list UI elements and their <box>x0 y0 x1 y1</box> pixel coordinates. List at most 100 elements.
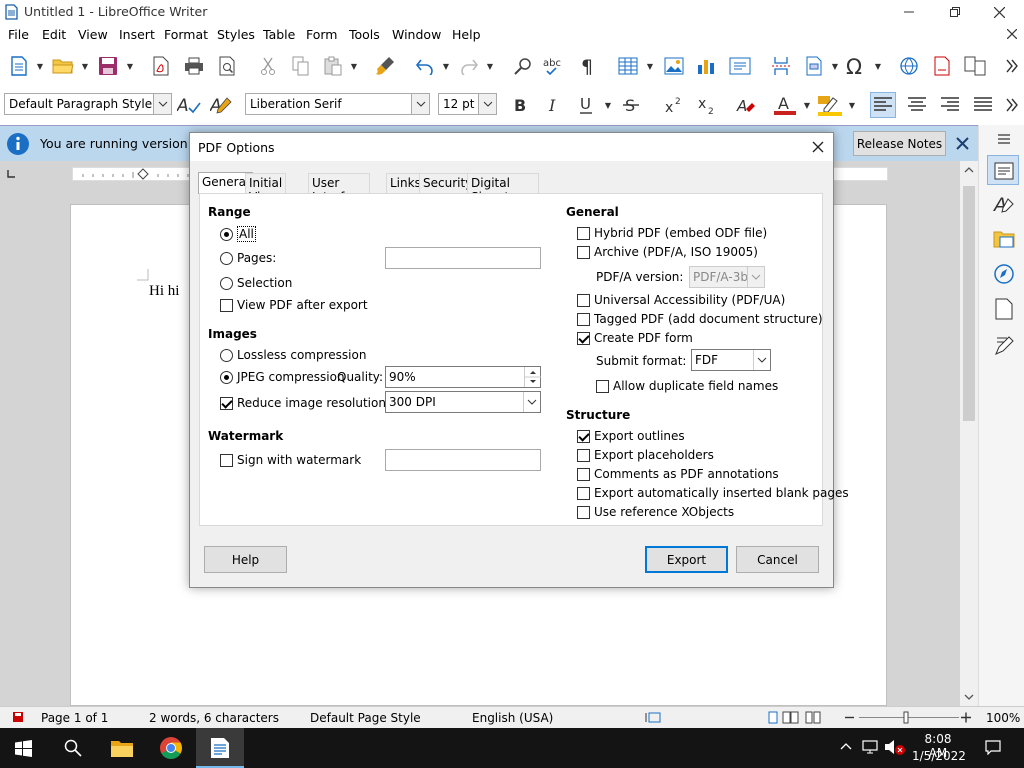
clear-formatting-button[interactable]: A <box>733 92 759 118</box>
update-style-button[interactable]: A <box>176 92 202 118</box>
checkbox-archive[interactable] <box>577 245 590 259</box>
paragraph-style-dropdown[interactable] <box>153 94 171 114</box>
checkbox-reduce-resolution[interactable] <box>220 396 233 410</box>
insert-mode-icon[interactable] <box>645 712 661 723</box>
zoom-slider[interactable] <box>843 711 973 724</box>
manage-changes-icon[interactable] <box>994 334 1016 356</box>
table-dropdown[interactable]: ▼ <box>646 53 654 79</box>
align-center-button[interactable] <box>904 92 930 118</box>
sidebar-menu-icon[interactable] <box>998 134 1010 144</box>
release-notes-button[interactable]: Release Notes <box>853 131 946 156</box>
language[interactable]: English (USA) <box>472 711 553 725</box>
scroll-down-icon[interactable] <box>964 694 974 700</box>
quality-spin-buttons[interactable] <box>524 367 541 387</box>
formatting-overflow-button[interactable] <box>1002 92 1022 118</box>
checkbox-reference-xobjects[interactable] <box>577 505 590 519</box>
new-document-button[interactable] <box>6 53 32 79</box>
paste-dropdown[interactable]: ▼ <box>350 53 358 79</box>
new-dropdown[interactable]: ▼ <box>36 53 44 79</box>
close-infobar-icon[interactable] <box>956 137 969 150</box>
special-character-dropdown[interactable]: ▼ <box>874 53 882 79</box>
zoom-level[interactable]: 100% <box>986 711 1020 725</box>
checkbox-export-outlines[interactable] <box>577 429 590 443</box>
save-dropdown[interactable]: ▼ <box>126 53 134 79</box>
gallery-icon[interactable] <box>993 229 1015 249</box>
universal-accessibility-checkbox[interactable]: Universal Accessibility (PDF/UA) <box>577 293 785 307</box>
range-selection-radio[interactable]: Selection <box>220 276 292 290</box>
font-color-dropdown[interactable]: ▼ <box>803 92 811 118</box>
checkbox-create-form[interactable] <box>577 331 590 345</box>
vertical-scrollbar[interactable] <box>960 161 978 706</box>
font-name-dropdown[interactable] <box>411 94 429 114</box>
styles-icon[interactable]: A <box>993 193 1015 215</box>
font-size-dropdown[interactable] <box>478 94 496 114</box>
menu-styles[interactable]: Styles <box>217 27 255 42</box>
submit-format-dropdown[interactable] <box>753 350 770 370</box>
menu-insert[interactable]: Insert <box>119 27 155 42</box>
spelling-button[interactable]: abc <box>542 53 568 79</box>
menu-help[interactable]: Help <box>452 27 481 42</box>
bold-button[interactable]: B <box>507 92 533 118</box>
network-icon[interactable] <box>862 740 880 754</box>
sign-watermark-checkbox[interactable]: Sign with watermark <box>220 453 361 467</box>
dpi-dropdown[interactable] <box>523 392 540 412</box>
open-button[interactable] <box>50 53 76 79</box>
align-right-button[interactable] <box>937 92 963 118</box>
cut-button[interactable] <box>255 53 281 79</box>
scroll-thumb[interactable] <box>963 186 975 421</box>
checkbox-view-after-export[interactable] <box>220 298 233 312</box>
quality-spinbox[interactable]: 90% <box>385 366 541 388</box>
tagged-pdf-checkbox[interactable]: Tagged PDF (add document structure) <box>577 312 823 326</box>
checkbox-comments-annotations[interactable] <box>577 467 590 481</box>
cancel-button[interactable]: Cancel <box>736 546 819 573</box>
find-replace-button[interactable] <box>510 53 536 79</box>
special-character-button[interactable]: Ω <box>843 53 869 79</box>
page-style[interactable]: Default Page Style <box>310 711 421 725</box>
writer-taskbar-button[interactable] <box>196 728 244 768</box>
checkbox-universal-accessibility[interactable] <box>577 293 590 307</box>
highlight-dropdown[interactable]: ▼ <box>848 92 856 118</box>
menu-format[interactable]: Format <box>164 27 208 42</box>
export-placeholders-checkbox[interactable]: Export placeholders <box>577 448 714 462</box>
close-document-icon[interactable] <box>1007 29 1017 39</box>
print-preview-button[interactable] <box>214 53 240 79</box>
maximize-button[interactable] <box>932 0 978 24</box>
export-button[interactable]: Export <box>645 546 728 573</box>
allow-duplicate-checkbox[interactable]: Allow duplicate field names <box>596 379 778 393</box>
toolbar-overflow-button[interactable] <box>1002 53 1022 79</box>
underline-dropdown[interactable]: ▼ <box>604 92 612 118</box>
checkbox-allow-duplicate[interactable] <box>596 379 609 393</box>
clock-date[interactable]: 1/5/2022 <box>912 749 966 763</box>
range-pages-radio[interactable]: Pages: <box>220 251 276 265</box>
create-form-checkbox[interactable]: Create PDF form <box>577 331 693 345</box>
insert-field-button[interactable] <box>801 53 827 79</box>
redo-dropdown[interactable]: ▼ <box>486 53 494 79</box>
undo-button[interactable] <box>412 53 438 79</box>
pdfa-version-select[interactable]: PDF/A-3b <box>689 266 765 288</box>
open-dropdown[interactable]: ▼ <box>81 53 89 79</box>
page-count[interactable]: Page 1 of 1 <box>41 711 108 725</box>
font-size-combo[interactable]: 12 pt <box>438 93 497 115</box>
font-name-combo[interactable]: Liberation Serif <box>245 93 430 115</box>
redo-button[interactable] <box>456 53 482 79</box>
tab-digital-signatures[interactable]: Digital Signatures <box>467 173 540 204</box>
menu-view[interactable]: View <box>78 27 108 42</box>
radio-pages[interactable] <box>220 251 233 265</box>
export-pdf-button[interactable] <box>148 53 174 79</box>
subscript-button[interactable]: x2 <box>694 92 720 118</box>
tab-stop-icon[interactable] <box>6 169 16 179</box>
page-icon[interactable] <box>995 298 1013 320</box>
sidebar-properties-button[interactable] <box>987 155 1019 185</box>
lossless-radio[interactable]: Lossless compression <box>220 348 366 362</box>
export-outlines-checkbox[interactable]: Export outlines <box>577 429 685 443</box>
checkbox-sign-watermark[interactable] <box>220 453 233 467</box>
menu-form[interactable]: Form <box>306 27 338 42</box>
dialog-title-bar[interactable]: PDF Options <box>190 133 833 161</box>
word-count[interactable]: 2 words, 6 characters <box>149 711 279 725</box>
underline-button[interactable]: U <box>573 92 599 118</box>
clone-formatting-button[interactable] <box>372 53 398 79</box>
help-button[interactable]: Help <box>204 546 287 573</box>
save-button[interactable] <box>95 53 121 79</box>
paragraph-style-combo[interactable]: Default Paragraph Style <box>4 93 172 115</box>
formatting-marks-button[interactable]: ¶ <box>575 53 601 79</box>
